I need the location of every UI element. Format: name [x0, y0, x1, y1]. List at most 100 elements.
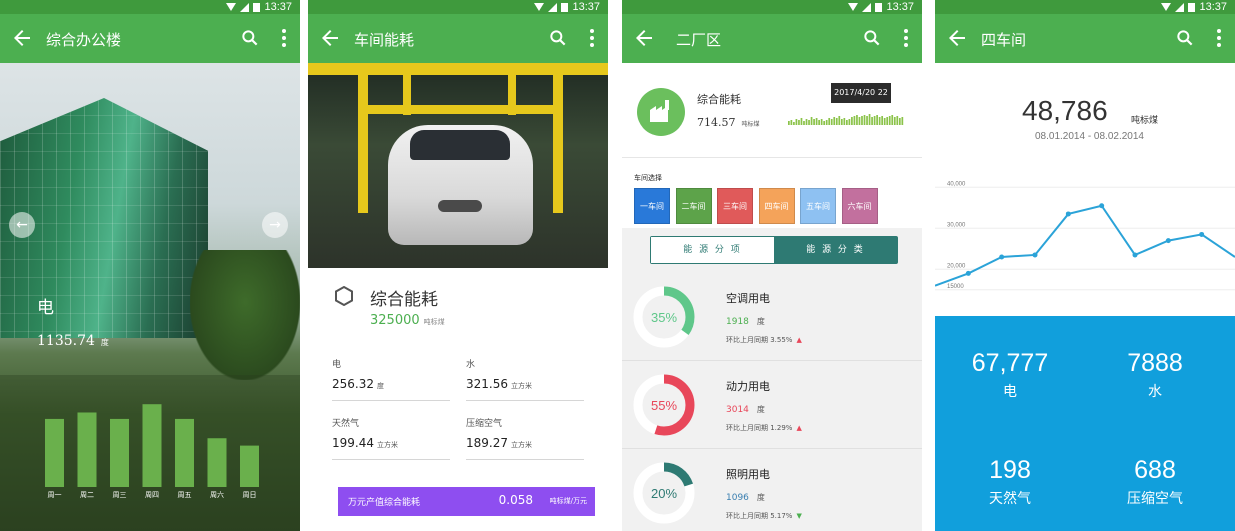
battery-icon [561, 3, 569, 12]
stat-label: 压缩空气 [1127, 491, 1183, 507]
data-point[interactable] [1199, 231, 1205, 237]
status-time: 13:37 [572, 1, 600, 13]
category-compare: 环比上月同期 1.29% ▲ [726, 423, 802, 433]
bar [142, 404, 162, 487]
carousel-next-button[interactable]: → [262, 212, 288, 238]
more-vert-icon[interactable] [1215, 28, 1223, 48]
back-arrow-icon[interactable] [318, 26, 342, 50]
bar-category-label: 周四 [145, 491, 159, 499]
category-value-unit: 度 [756, 493, 765, 502]
search-icon[interactable] [862, 28, 882, 48]
spark-bar [818, 120, 820, 125]
page-title: 综合办公楼 [46, 31, 122, 49]
workshop-button-6[interactable]: 六车间 [841, 188, 878, 224]
factory-icon [650, 100, 669, 122]
bar [207, 438, 227, 487]
spark-bar [840, 119, 843, 125]
workshop-select-label: 车间选择 [634, 174, 662, 182]
back-arrow-icon[interactable] [632, 26, 656, 50]
category-compare-text: 环比上月同期 5.17% [726, 512, 793, 520]
category-compare: 环比上月同期 5.17% ▼ [726, 511, 802, 521]
bar-category-label: 周一 [48, 491, 62, 499]
data-point[interactable] [1132, 252, 1138, 258]
stat-value: 67,777 [971, 349, 1049, 377]
car-grill [438, 200, 482, 212]
search-icon[interactable] [548, 28, 568, 48]
stat-electricity[interactable]: 67,777 电 [935, 349, 1085, 401]
category-row[interactable]: 20% 照明用电 1096 度环比上月同期 5.17% ▼ [622, 449, 922, 531]
metric-unit: 度 [377, 382, 384, 390]
workshop-button-1[interactable]: 一车间 [634, 188, 670, 224]
workshop-button-3[interactable]: 三车间 [717, 188, 753, 224]
stat-compressed-air[interactable]: 688 压缩空气 [1080, 456, 1230, 508]
metric-number: 256.32 [332, 377, 374, 391]
metric-unit: 立方米 [511, 441, 532, 449]
trend-up-icon: ▲ [796, 336, 802, 344]
more-vert-icon[interactable] [588, 28, 596, 48]
energy-line-chart[interactable]: 40,000 30,000 20,000 15000 [935, 170, 1235, 305]
summary-value-number: 714.57 [697, 116, 736, 129]
spark-bar [868, 114, 871, 125]
arrow-right-icon: → [269, 217, 281, 233]
workshop-button-4[interactable]: 四车间 [758, 188, 795, 224]
search-icon[interactable] [1175, 28, 1195, 48]
weekly-bar-chart-svg: 周一 周二 周三 周四 周五 周六 周日 [45, 404, 259, 499]
data-point[interactable] [1032, 252, 1038, 258]
trend-down-icon: ▼ [796, 512, 802, 520]
spark-bar [835, 118, 838, 125]
energy-type-label: 电 [37, 298, 54, 318]
category-row[interactable]: 35% 空调用电 1918 度环比上月同期 3.55% ▲ [622, 273, 922, 361]
data-point[interactable] [1165, 238, 1171, 244]
spark-bar [803, 121, 805, 125]
more-vert-icon[interactable] [280, 28, 288, 48]
workshop-button-5[interactable]: 五车间 [800, 188, 836, 224]
tab-energy-categories[interactable]: 能 源 分 类 [774, 237, 897, 263]
summary-card: 综合能耗 714.57 吨标煤 2017/4/20 22 [622, 63, 922, 158]
data-point[interactable] [1099, 203, 1105, 209]
battery-icon [253, 3, 261, 12]
status-time: 13:37 [264, 1, 292, 13]
workshop-button-2[interactable]: 二车间 [675, 188, 712, 224]
stats-panel: 67,777 电 7888 水 198 天然气 688 压缩空气 [935, 316, 1235, 531]
energy-value-number: 1135.74 [37, 333, 95, 349]
sparkline-chart[interactable] [788, 103, 904, 125]
status-bar: 13:37 [935, 0, 1235, 14]
wifi-icon [534, 2, 545, 11]
sparkline-tooltip: 2017/4/20 22 [831, 83, 891, 103]
stat-gas[interactable]: 198 天然气 [935, 456, 1085, 508]
metric-label: 电 [332, 360, 342, 370]
spark-bar [881, 116, 884, 125]
category-value-unit: 度 [756, 317, 765, 326]
output-energy-value: 0.058 [498, 493, 533, 507]
summary-title: 综合能耗 [370, 290, 438, 310]
back-arrow-icon[interactable] [945, 26, 969, 50]
tab-energy-items[interactable]: 能 源 分 项 [651, 237, 774, 263]
output-energy-label: 万元产值综合能耗 [348, 498, 421, 508]
category-value-number: 3014 [726, 405, 749, 415]
bar-category-label: 周五 [178, 491, 192, 499]
category-value: 3014 度 [726, 404, 765, 415]
spark-bar [843, 118, 846, 125]
data-point[interactable] [965, 270, 971, 276]
data-point[interactable] [1065, 211, 1071, 217]
donut-percent-label: 55% [651, 398, 677, 413]
stat-water[interactable]: 7888 水 [1080, 349, 1230, 401]
back-arrow-icon[interactable] [10, 26, 34, 50]
summary-total-unit: 吨标煤 [423, 318, 445, 326]
category-row[interactable]: 55% 动力用电 3014 度环比上月同期 1.29% ▲ [622, 361, 922, 449]
spark-bar [858, 117, 861, 125]
data-point[interactable] [999, 254, 1005, 260]
output-energy-bar[interactable]: 万元产值综合能耗 0.058 吨标煤/万元 [338, 487, 595, 516]
total-energy-unit: 吨标煤 [1131, 116, 1159, 126]
carousel-prev-button[interactable]: ← [9, 212, 35, 238]
metric-cell-gas: 天然气 199.44 立方米 [332, 416, 450, 460]
yellow-frame-beam [368, 105, 553, 114]
spark-bar [848, 119, 851, 125]
screen-office-building: ← → 电 1135.74 度 周一 周二 周三 周四 周五 周六 周日 13:37 综合办公… [0, 0, 300, 531]
page-title: 二厂区 [676, 31, 722, 49]
spark-bar [790, 120, 793, 125]
search-icon[interactable] [240, 28, 260, 48]
more-vert-icon[interactable] [902, 28, 910, 48]
metric-value: 256.32 度 [332, 377, 384, 391]
yellow-frame-right [553, 63, 563, 213]
